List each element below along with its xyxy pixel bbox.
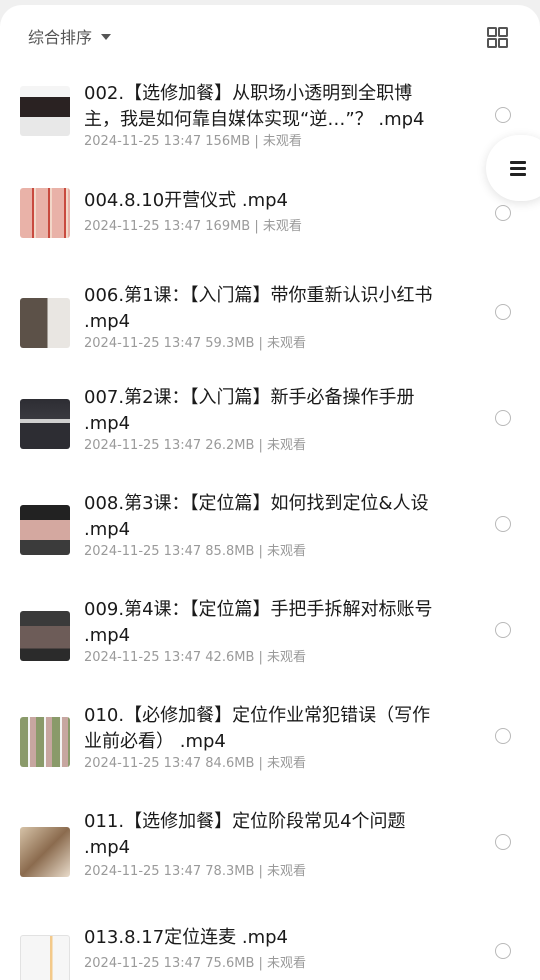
video-thumbnail [20, 86, 70, 136]
file-list-sheet: 综合排序 002.【选修加餐】从职场小透明到全职博主，我是如何靠自媒体实现“逆…… [0, 5, 540, 980]
video-title: 006.第1课：【入门篇】带你重新认识小红书 .mp4 [84, 285, 433, 332]
video-list: 002.【选修加餐】从职场小透明到全职博主，我是如何靠自媒体实现“逆…”？ .m… [0, 67, 540, 980]
video-title: 009.第4课：【定位篇】手把手拆解对标账号 .mp4 [84, 599, 433, 646]
select-radio[interactable] [495, 205, 511, 221]
list-menu-icon [510, 161, 526, 176]
video-thumbnail [20, 188, 70, 238]
video-title: 002.【选修加餐】从职场小透明到全职博主，我是如何靠自媒体实现“逆…”？ .m… [84, 83, 425, 130]
video-meta: 2024-11-25 13:47 169MB | 未观看 [84, 219, 302, 234]
select-radio[interactable] [495, 410, 511, 426]
select-radio[interactable] [495, 943, 511, 959]
video-meta: 2024-11-25 13:47 156MB | 未观看 [84, 134, 302, 149]
list-item[interactable]: 007.第2课：【入门篇】新手必备操作手册 .mp4 2024-11-25 13… [0, 385, 540, 491]
list-item[interactable]: 004.8.10开营仪式 .mp4 2024-11-25 13:47 169MB… [0, 173, 540, 279]
video-meta: 2024-11-25 13:47 26.2MB | 未观看 [84, 438, 307, 453]
video-meta: 2024-11-25 13:47 59.3MB | 未观看 [84, 336, 307, 351]
video-thumbnail [20, 717, 70, 767]
select-radio[interactable] [495, 728, 511, 744]
list-header: 综合排序 [0, 5, 540, 67]
video-thumbnail [20, 505, 70, 555]
list-item[interactable]: 010.【必修加餐】定位作业常犯错误（写作业前必看） .mp4 2024-11-… [0, 703, 540, 809]
video-thumbnail [20, 935, 70, 980]
video-thumbnail [20, 611, 70, 661]
list-item[interactable]: 013.8.17定位连麦 .mp4 2024-11-25 13:47 75.6M… [0, 915, 540, 980]
video-thumbnail [20, 827, 70, 877]
video-title: 004.8.10开营仪式 .mp4 [84, 190, 289, 211]
video-title: 010.【必修加餐】定位作业常犯错误（写作业前必看） .mp4 [84, 705, 431, 752]
video-meta: 2024-11-25 13:47 75.6MB | 未观看 [84, 956, 307, 971]
select-radio[interactable] [495, 834, 511, 850]
select-radio[interactable] [495, 107, 511, 123]
list-item[interactable]: 002.【选修加餐】从职场小透明到全职博主，我是如何靠自媒体实现“逆…”？ .m… [0, 67, 540, 173]
list-item[interactable]: 008.第3课：【定位篇】如何找到定位&人设 .mp4 2024-11-25 1… [0, 491, 540, 597]
list-item[interactable]: 009.第4课：【定位篇】手把手拆解对标账号 .mp4 2024-11-25 1… [0, 597, 540, 703]
video-meta: 2024-11-25 13:47 85.8MB | 未观看 [84, 544, 307, 559]
video-title: 008.第3课：【定位篇】如何找到定位&人设 .mp4 [84, 493, 429, 540]
video-thumbnail [20, 298, 70, 348]
sort-label: 综合排序 [28, 28, 93, 47]
grid-view-icon[interactable] [487, 27, 508, 48]
video-thumbnail [20, 399, 70, 449]
list-item[interactable]: 006.第1课：【入门篇】带你重新认识小红书 .mp4 2024-11-25 1… [0, 279, 540, 385]
video-title: 013.8.17定位连麦 .mp4 [84, 927, 289, 948]
select-radio[interactable] [495, 516, 511, 532]
video-meta: 2024-11-25 13:47 78.3MB | 未观看 [84, 864, 307, 879]
sort-dropdown[interactable]: 综合排序 [28, 23, 112, 49]
list-item[interactable]: 011.【选修加餐】定位阶段常见4个问题 .mp4 2024-11-25 13:… [0, 809, 540, 915]
video-title: 011.【选修加餐】定位阶段常见4个问题 .mp4 [84, 811, 406, 858]
select-radio[interactable] [495, 304, 511, 320]
caret-down-icon [101, 34, 112, 40]
select-radio[interactable] [495, 622, 511, 638]
video-title: 007.第2课：【入门篇】新手必备操作手册 .mp4 [84, 387, 415, 434]
video-meta: 2024-11-25 13:47 84.6MB | 未观看 [84, 756, 307, 771]
video-meta: 2024-11-25 13:47 42.6MB | 未观看 [84, 650, 307, 665]
